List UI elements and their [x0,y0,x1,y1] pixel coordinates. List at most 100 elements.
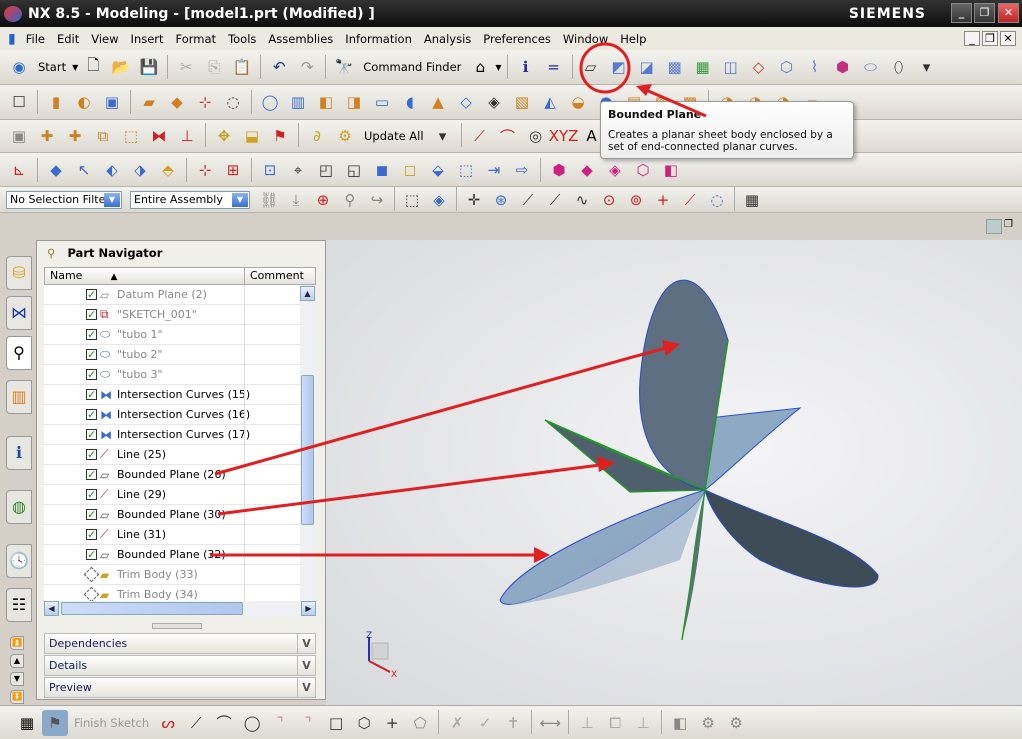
rectangle-select-icon[interactable]: ⬚ [399,187,425,213]
ruled-icon[interactable]: ◩ [606,54,632,80]
system-materials-tab[interactable]: ☷ [6,588,32,622]
through-curves-icon[interactable]: ◪ [634,54,660,80]
update-icon[interactable]: ⚙ [723,710,749,736]
line-icon[interactable]: ⟋ [183,710,209,736]
scroll-up-button[interactable]: ▲ [10,654,24,668]
end-point-icon[interactable]: ⟋ [515,187,541,213]
tree-item[interactable]: ▰ Trim Body (33) [44,565,300,585]
section-icon[interactable]: ⇨ [509,157,535,183]
visibility-checkbox[interactable]: ✓ [86,549,97,560]
preview-panel[interactable]: Preview V [44,677,316,698]
scroll-right-icon[interactable]: ▶ [301,601,316,616]
box-icon[interactable]: ◈ [481,89,507,115]
visibility-checkbox[interactable] [83,586,100,601]
visibility-checkbox[interactable]: ✓ [86,449,97,460]
visibility-checkbox[interactable]: ✓ [86,369,97,380]
menu-tools[interactable]: Tools [228,32,256,46]
dimension-icon[interactable]: ⟷ [537,710,563,736]
more-icon[interactable]: ▾ [914,54,940,80]
law-extension-icon[interactable]: ◇ [746,54,772,80]
patch-icon[interactable]: ⬯ [886,54,912,80]
equals-icon[interactable]: = [541,54,567,80]
command-finder-button[interactable]: Command Finder [363,60,461,74]
finish-sketch-button[interactable]: Finish Sketch [74,716,149,730]
splitter-handle[interactable] [152,623,202,629]
mid-point-icon[interactable]: ⟋ [542,187,568,213]
tree-item[interactable]: ✓ ▱ Datum Plane (2) [44,285,300,305]
show-constraints-icon[interactable]: ⧠ [602,710,628,736]
hole-icon[interactable]: ◯ [257,89,283,115]
show-hide-icon[interactable]: ⬗ [127,157,153,183]
extension-icon[interactable]: ◫ [718,54,744,80]
constraint-icon[interactable]: ⊥ [574,710,600,736]
update-all-button[interactable]: Update All [364,129,424,143]
datum-axis-icon[interactable]: ◆ [164,89,190,115]
offset-icon[interactable]: ⬠ [407,710,433,736]
scroll-bottom-button[interactable]: ⏬ [10,690,24,704]
menu-view[interactable]: View [91,32,118,46]
intersection-icon[interactable]: + [650,187,676,213]
wcs-icon[interactable]: ⊾ [6,157,32,183]
column-header-name[interactable]: Name ▲ [45,268,245,284]
measure-icon[interactable]: ◧ [658,157,684,183]
groove-icon[interactable]: ◖ [397,89,423,115]
hscroll-thumb[interactable] [61,602,243,615]
xyz-icon[interactable]: XYZ [549,123,579,149]
reattach-icon[interactable]: ⚙ [695,710,721,736]
tree-item[interactable]: ✓ ⧓ Intersection Curves (16) [44,405,300,425]
n-sided-surface-icon[interactable]: ⬡ [774,54,800,80]
menu-analysis[interactable]: Analysis [424,32,471,46]
visibility-checkbox[interactable]: ✓ [86,429,97,440]
studio-surface-icon[interactable]: ▦ [690,54,716,80]
vertical-scrollbar[interactable]: ▲ [300,285,316,601]
quick-extend-icon[interactable]: ✓ [472,710,498,736]
point-icon[interactable]: ◌ [220,89,246,115]
pan-icon[interactable]: ◱ [341,157,367,183]
unsuppress-icon[interactable]: ✥ [211,123,237,149]
studio-icon[interactable]: ⬙ [425,157,451,183]
scroll-up-icon[interactable]: ▲ [300,286,315,301]
visibility-checkbox[interactable]: ✓ [86,489,97,500]
fit-icon[interactable]: ⊡ [257,157,283,183]
copy-icon[interactable]: ⎘ [201,54,227,80]
tangent-snap-icon[interactable]: ⊛ [488,187,514,213]
shaded-icon[interactable]: ◼ [369,157,395,183]
column-header-comment[interactable]: Comment [245,268,315,284]
save-icon[interactable]: 💾 [136,54,162,80]
view-manager-icon[interactable]: ⌂ [467,54,493,80]
menu-information[interactable]: Information [345,32,412,46]
arc-icon[interactable]: ⌒ [495,123,521,149]
move-feature-icon[interactable]: ⬚ [118,123,144,149]
menu-edit[interactable]: Edit [57,32,79,46]
restore-icon[interactable]: ❐ [1004,219,1020,234]
visibility-checkbox[interactable]: ✓ [86,409,97,420]
tree-item[interactable]: ✓ ⬭ "tubo 2" [44,345,300,365]
edit-parameters-icon[interactable]: ✚ [62,123,88,149]
start-icon[interactable]: ◉ [6,54,32,80]
curve-line-icon[interactable]: ⟋ [467,123,493,149]
deselect-icon[interactable]: ⬖ [99,157,125,183]
menu-insert[interactable]: Insert [131,32,164,46]
rib-icon[interactable]: ▲ [425,89,451,115]
surface-point-icon[interactable]: ◌ [704,187,730,213]
history-tab[interactable]: 🕓 [6,544,32,578]
datum-csys-icon[interactable]: ⊹ [192,89,218,115]
edit-object-icon[interactable]: ◈ [602,157,628,183]
doc-minimize-button[interactable]: _ [964,31,980,46]
play-icon[interactable]: ⚑ [267,123,293,149]
new-file-icon[interactable]: 🗋 [80,54,106,80]
boss-icon[interactable]: ▥ [285,89,311,115]
sheet-body-icon[interactable]: ◇ [453,89,479,115]
arc-icon[interactable]: ⌒ [211,710,237,736]
draft-icon[interactable]: ◭ [537,89,563,115]
visibility-checkbox[interactable]: ✓ [86,349,97,360]
grid-icon[interactable]: ▦ [739,187,765,213]
offset-surface-icon[interactable]: ⬢ [830,54,856,80]
corner-icon[interactable]: ✝ [500,710,526,736]
reuse-library-tab[interactable]: ▥ [6,380,32,414]
doc-restore-button[interactable]: ❐ [982,31,998,46]
bounded-plane-icon[interactable]: ▱ [578,54,604,80]
close-button[interactable]: ✕ [998,3,1019,23]
selection-filter-dropdown[interactable]: No Selection Filter ▼ [6,190,122,209]
suppress-icon[interactable]: ⊥ [174,123,200,149]
